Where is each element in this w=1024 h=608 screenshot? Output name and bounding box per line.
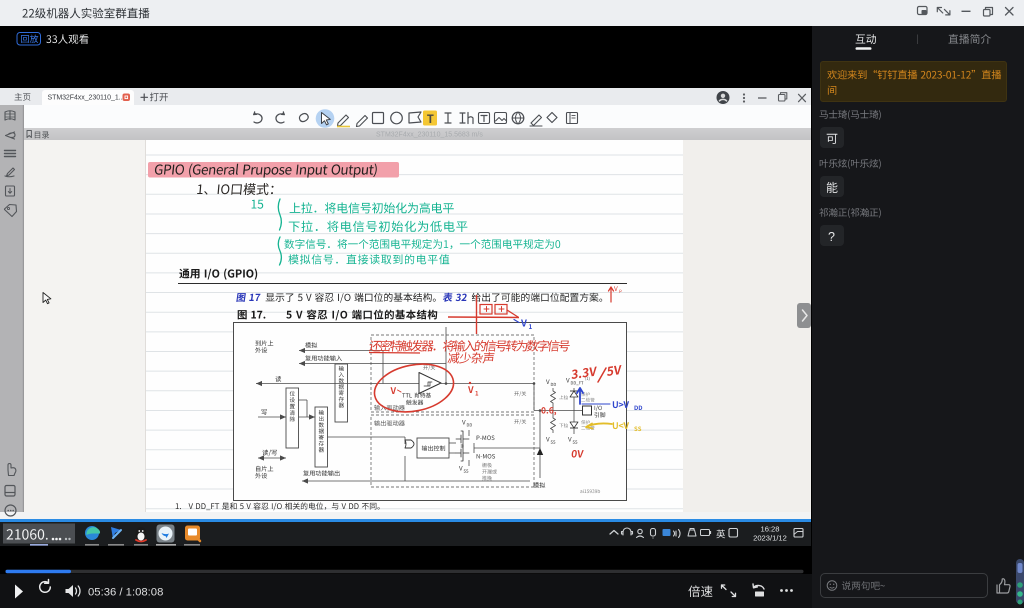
svg-text:16:28: 16:28 bbox=[760, 525, 779, 534]
svg-text:STM32F4xx_230110_15.5683 m/s: STM32F4xx_230110_15.5683 m/s bbox=[376, 132, 483, 139]
svg-text:05:36 / 1:08:08: 05:36 / 1:08:08 bbox=[88, 587, 163, 599]
svg-text:STM32F4xx_230110_1...: STM32F4xx_230110_1... bbox=[48, 95, 125, 102]
svg-text:2023/1/12: 2023/1/12 bbox=[753, 534, 787, 543]
svg-text:?: ? bbox=[828, 230, 835, 244]
